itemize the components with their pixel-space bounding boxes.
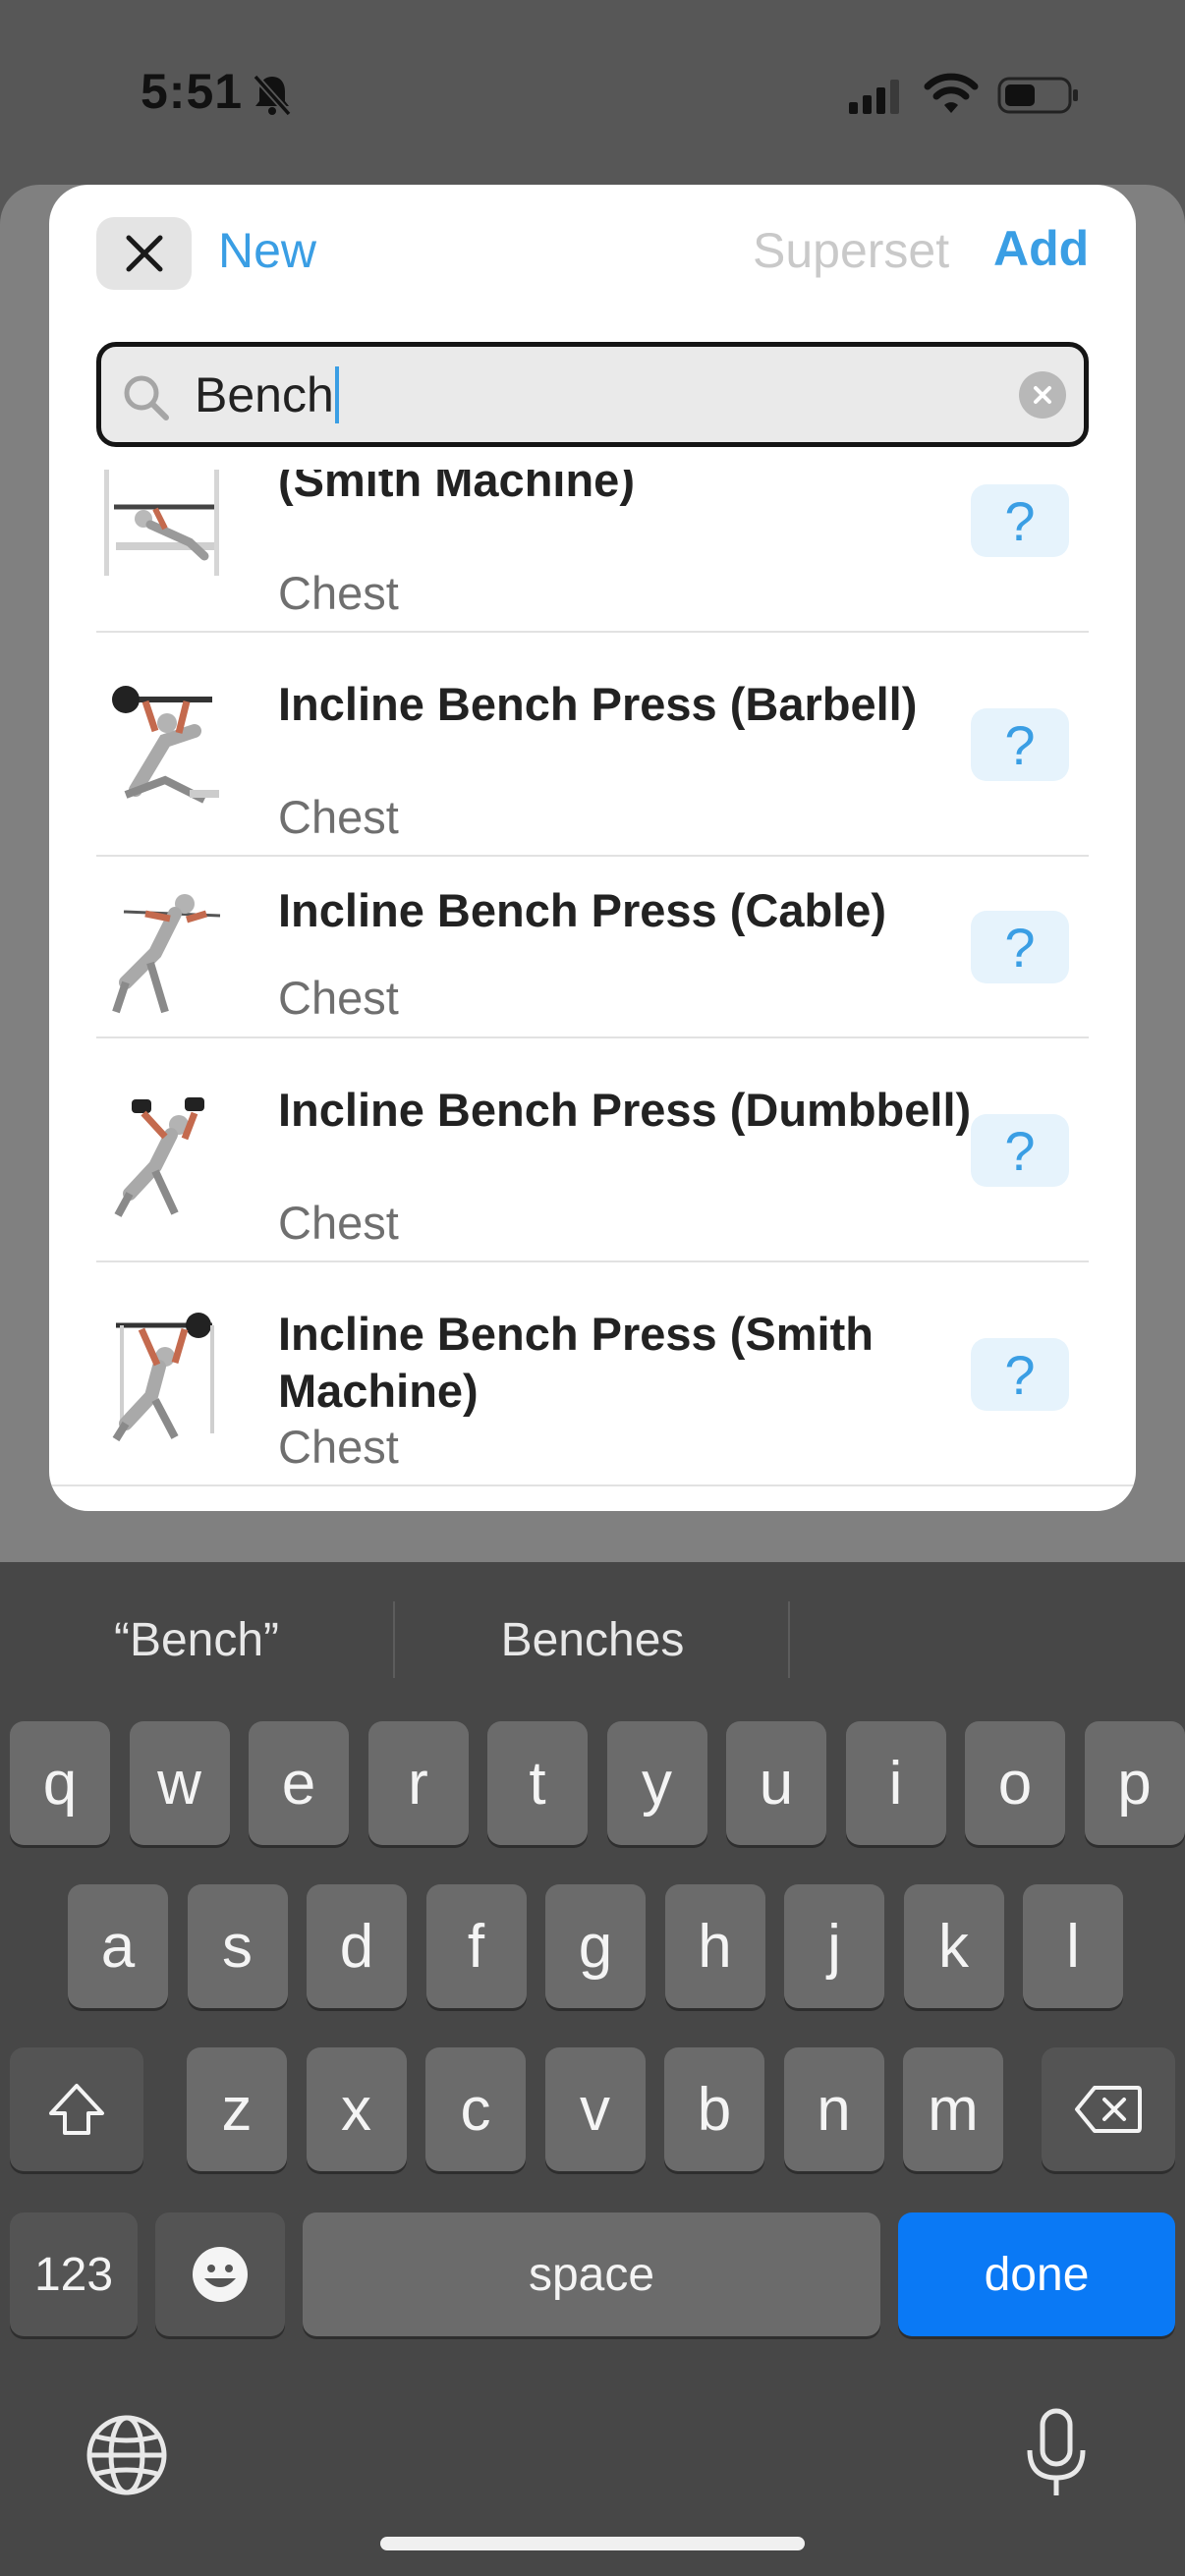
- exercise-thumbnail: [112, 1313, 214, 1442]
- exercise-thumbnail: [112, 894, 221, 1014]
- close-button[interactable]: [96, 217, 192, 290]
- backspace-icon: [1075, 2086, 1142, 2133]
- question-icon: ?: [1004, 916, 1036, 979]
- silent-bell-icon: [253, 74, 292, 117]
- exercise-list[interactable]: (Smith Machine) Chest ? Incline Bench Pr…: [49, 470, 1136, 1511]
- key-c[interactable]: c: [425, 2047, 526, 2171]
- done-key[interactable]: done: [898, 2212, 1175, 2336]
- key-e[interactable]: e: [249, 1721, 349, 1845]
- key-r[interactable]: r: [367, 1721, 469, 1845]
- exercise-info-button[interactable]: ?: [971, 708, 1069, 781]
- key-d[interactable]: d: [307, 1884, 407, 2008]
- key-v[interactable]: v: [544, 2047, 646, 2171]
- exercise-info-button[interactable]: ?: [971, 911, 1069, 983]
- globe-icon[interactable]: [85, 2413, 169, 2497]
- exercise-thumbnail: [114, 1097, 204, 1217]
- battery-icon: [997, 77, 1078, 114]
- key-q[interactable]: q: [10, 1721, 110, 1845]
- shift-key[interactable]: [10, 2047, 143, 2171]
- search-icon: [124, 375, 169, 420]
- divider: [788, 1601, 790, 1678]
- exercise-category: Chest: [278, 1421, 399, 1473]
- text-cursor: [335, 366, 339, 423]
- key-y[interactable]: y: [606, 1721, 707, 1845]
- exercise-title: Incline Bench Press (Smith Machine): [278, 1308, 874, 1417]
- numbers-key[interactable]: 123: [10, 2212, 138, 2336]
- list-item[interactable]: Incline Bench Press (Cable) Chest ?: [49, 857, 1136, 1038]
- question-icon: ?: [1004, 1119, 1036, 1182]
- key-f[interactable]: f: [425, 1884, 527, 2008]
- exercise-title: Incline Bench Press (Dumbbell): [278, 1084, 972, 1136]
- close-icon: [126, 235, 162, 272]
- search-input[interactable]: Bench: [96, 342, 1089, 447]
- key-o[interactable]: o: [965, 1721, 1065, 1845]
- key-n[interactable]: n: [783, 2047, 884, 2171]
- key-j[interactable]: j: [784, 1884, 884, 2008]
- question-icon: ?: [1004, 1343, 1036, 1406]
- exercise-title: (Smith Machine): [278, 470, 635, 506]
- exercise-info-button[interactable]: ?: [971, 484, 1069, 557]
- key-g[interactable]: g: [545, 1884, 646, 2008]
- emoji-key[interactable]: [155, 2212, 285, 2336]
- key-z[interactable]: z: [187, 2047, 287, 2171]
- cellular-signal-icon: [849, 80, 899, 114]
- key-a[interactable]: a: [68, 1884, 168, 2008]
- add-button[interactable]: Add: [993, 220, 1089, 277]
- key-w[interactable]: w: [129, 1721, 230, 1845]
- list-item[interactable]: Incline Bench Press (Dumbbell) Chest ?: [49, 1038, 1136, 1262]
- key-s[interactable]: s: [187, 1884, 288, 2008]
- exercise-info-button[interactable]: ?: [971, 1338, 1069, 1411]
- search-value: Bench: [195, 367, 334, 422]
- key-k[interactable]: k: [903, 1884, 1004, 2008]
- exercise-info-button[interactable]: ?: [971, 1114, 1069, 1187]
- exercise-thumbnail: [104, 470, 219, 576]
- backspace-key[interactable]: [1042, 2047, 1175, 2171]
- divider: [49, 1484, 1136, 1486]
- exercise-title: Incline Bench Press (Barbell): [278, 678, 918, 730]
- key-i[interactable]: i: [845, 1721, 946, 1845]
- superset-button[interactable]: Superset: [753, 222, 949, 279]
- exercise-thumbnail: [112, 686, 219, 804]
- keyboard: “Bench” Benches 123 space done q w e r t…: [0, 1562, 1185, 2576]
- space-key[interactable]: space: [303, 2212, 880, 2336]
- exercise-category: Chest: [278, 1197, 399, 1249]
- shift-icon: [49, 2084, 104, 2135]
- divider: [393, 1601, 395, 1678]
- suggestion-item[interactable]: “Bench”: [0, 1613, 393, 1667]
- question-icon: ?: [1004, 489, 1036, 552]
- status-bar: 5:51: [0, 0, 1185, 187]
- list-item[interactable]: Incline Bench Press (Smith Machine) Ches…: [49, 1262, 1136, 1486]
- exercise-category: Chest: [278, 567, 399, 619]
- key-u[interactable]: u: [726, 1721, 826, 1845]
- exercise-category: Chest: [278, 791, 399, 843]
- exercise-title: Incline Bench Press (Cable): [278, 884, 887, 936]
- key-x[interactable]: x: [306, 2047, 407, 2171]
- suggestion-item[interactable]: Benches: [396, 1613, 789, 1667]
- key-l[interactable]: l: [1023, 1884, 1123, 2008]
- add-exercise-modal: New Superset Add Bench (Smith Machine) C…: [49, 185, 1136, 1511]
- list-item[interactable]: (Smith Machine) Chest ?: [49, 470, 1136, 633]
- key-h[interactable]: h: [664, 1884, 765, 2008]
- wifi-icon: [924, 73, 979, 113]
- exercise-category: Chest: [278, 972, 399, 1024]
- suggestion-bar: “Bench” Benches: [0, 1562, 1185, 1719]
- key-m[interactable]: m: [903, 2047, 1003, 2171]
- list-item[interactable]: Incline Bench Press (Barbell) Chest ?: [49, 633, 1136, 857]
- emoji-icon: [193, 2247, 248, 2302]
- microphone-icon[interactable]: [1022, 2407, 1091, 2501]
- question-icon: ?: [1004, 713, 1036, 776]
- home-indicator[interactable]: [380, 2537, 805, 2550]
- key-b[interactable]: b: [664, 2047, 764, 2171]
- key-p[interactable]: p: [1084, 1721, 1185, 1845]
- key-t[interactable]: t: [487, 1721, 588, 1845]
- clear-search-icon[interactable]: [1019, 371, 1066, 419]
- new-exercise-button[interactable]: New: [218, 222, 316, 279]
- status-time: 5:51: [141, 64, 244, 119]
